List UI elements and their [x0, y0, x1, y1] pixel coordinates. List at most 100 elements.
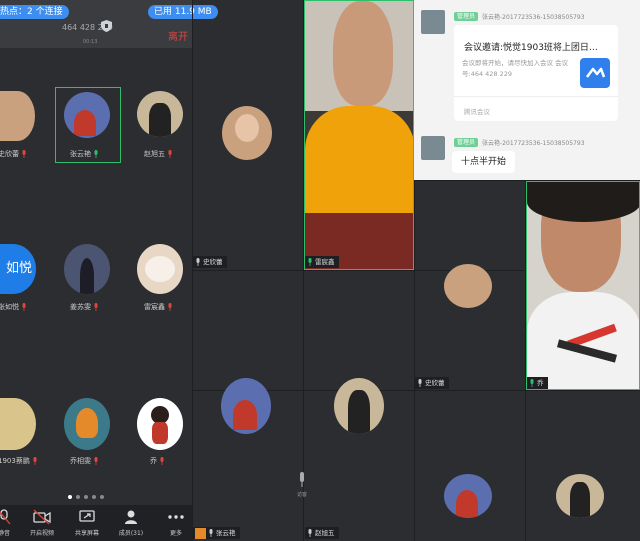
- participant-label: 1903蔡鹏: [0, 456, 38, 466]
- participant-avatar[interactable]: [137, 398, 183, 450]
- avatar-figure: [145, 256, 175, 282]
- participant-avatar[interactable]: [334, 378, 384, 434]
- video-off-icon: [33, 509, 51, 525]
- sender-info: 管理员 张云艳-2017723536-15038505793: [454, 138, 585, 147]
- participant-nametag: 张云艳: [193, 527, 240, 539]
- avatar-figure: [233, 400, 257, 430]
- grid-divider: [414, 180, 415, 541]
- participant-nametag: 赵旭五: [305, 527, 339, 539]
- video-hair: [527, 182, 639, 222]
- hotspot-status: 热点：2 个连接: [0, 5, 69, 19]
- participant-avatar[interactable]: [137, 244, 183, 294]
- participant-avatar[interactable]: [64, 92, 110, 138]
- caption-text: 访客: [297, 492, 308, 498]
- participant-avatar[interactable]: [222, 106, 272, 160]
- participant-label: 乔: [150, 456, 165, 466]
- page-dot[interactable]: [76, 495, 80, 499]
- participant-label: 姜苏雯: [70, 302, 99, 312]
- sender-name: 张云艳-2017723536-15038505793: [482, 14, 585, 21]
- participant-label: 张云艳: [70, 149, 99, 159]
- avatar-figure: [570, 482, 590, 518]
- mic-muted-icon: [168, 150, 172, 158]
- participant-label: 赵旭五: [144, 149, 173, 159]
- participant-avatar[interactable]: [64, 244, 110, 294]
- participant-label: 张如悦: [0, 302, 27, 312]
- leave-button[interactable]: 离开: [168, 28, 188, 43]
- speaking-indicator-icon: [195, 527, 206, 539]
- mic-muted-icon: [94, 303, 98, 311]
- sender-info: 管理员 张云艳-2017723536-15038505793: [454, 12, 585, 21]
- video-shirt: [305, 106, 413, 216]
- avatar-figure: [80, 258, 94, 294]
- role-badge: 管理员: [454, 12, 479, 21]
- sender-avatar[interactable]: [421, 10, 445, 34]
- page-indicator[interactable]: [68, 495, 104, 499]
- participant-avatar[interactable]: [64, 398, 110, 450]
- avatar-figure: [76, 408, 98, 438]
- card-divider: [454, 96, 618, 97]
- mic-muted-icon: [22, 150, 26, 158]
- page-dot[interactable]: [92, 495, 96, 499]
- sender-avatar[interactable]: [421, 136, 445, 160]
- page-dot[interactable]: [100, 495, 104, 499]
- mic-icon: [418, 379, 422, 387]
- video-button[interactable]: 开启视频: [24, 509, 60, 537]
- shield-icon[interactable]: [101, 20, 112, 32]
- tencent-meeting-logo-icon: [580, 58, 610, 88]
- participant-avatar[interactable]: [137, 91, 183, 137]
- chat-message-bubble[interactable]: 十点半开始: [452, 151, 516, 173]
- participant-avatar[interactable]: [444, 264, 492, 308]
- mic-off-icon: [0, 509, 11, 525]
- members-button[interactable]: 成员(31): [113, 509, 149, 537]
- more-icon: [168, 515, 184, 519]
- participant-avatar[interactable]: [0, 91, 35, 141]
- participant-label: 史欣蕾: [0, 149, 27, 159]
- participant-avatar[interactable]: [556, 474, 604, 518]
- mic-icon: [308, 529, 312, 537]
- participant-avatar[interactable]: 如悦: [0, 244, 36, 294]
- mic-icon: [209, 529, 213, 537]
- avatar-figure: [152, 422, 168, 444]
- role-badge: 管理员: [454, 138, 479, 147]
- mic-active-icon: [94, 150, 98, 158]
- mic-active-icon: [530, 379, 534, 387]
- mute-button[interactable]: 静音: [0, 509, 22, 537]
- mic-icon: [196, 258, 200, 266]
- participant-nametag: 雷宸鑫: [305, 256, 339, 268]
- page-dot[interactable]: [84, 495, 88, 499]
- share-screen-button[interactable]: 共享屏幕: [69, 509, 105, 537]
- avatar-figure: [74, 110, 96, 136]
- meeting-toolbar: 静音 开启视频 共享屏幕 成员(31) 更多: [0, 505, 192, 541]
- mic-muted-icon: [168, 303, 172, 311]
- invite-title: 会议邀请:悦觉1903班将上团日…: [464, 43, 598, 53]
- participant-nametag: 乔: [527, 377, 548, 389]
- invite-source: 腾讯会议: [464, 108, 490, 116]
- meeting-duration: 00:13: [83, 39, 98, 45]
- video-tile[interactable]: [304, 0, 414, 270]
- avatar-figure: [149, 103, 171, 137]
- share-screen-icon: [79, 510, 95, 522]
- sender-name: 张云艳-2017723536-15038505793: [482, 140, 585, 147]
- avatar-figure: [348, 390, 370, 434]
- members-icon: [125, 510, 137, 524]
- mic-muted-icon: [22, 303, 26, 311]
- mic-muted-icon: [94, 457, 98, 465]
- participant-avatar[interactable]: [221, 378, 271, 434]
- avatar-face: [235, 114, 259, 142]
- participant-nametag: 史欣蕾: [193, 256, 227, 268]
- mic-active-icon: [308, 258, 312, 266]
- participant-avatar[interactable]: [0, 398, 36, 450]
- participant-avatar[interactable]: [444, 474, 492, 518]
- more-button[interactable]: 更多: [158, 509, 194, 537]
- participant-nametag: 史欣蕾: [415, 377, 449, 389]
- avatar-figure: [456, 490, 478, 518]
- page-dot[interactable]: [68, 495, 72, 499]
- participant-label: 雷宸鑫: [144, 302, 173, 312]
- data-usage-status: 已用 11.9 MB: [148, 5, 218, 19]
- mic-muted-icon: [33, 457, 37, 465]
- video-tile[interactable]: [526, 181, 640, 390]
- mic-muted-icon: [160, 457, 164, 465]
- invite-description: 会议即将开始，请尽快加入会议 会议号:464 428 229: [462, 59, 569, 78]
- video-face: [333, 1, 393, 106]
- participant-label: 乔相雯: [70, 456, 99, 466]
